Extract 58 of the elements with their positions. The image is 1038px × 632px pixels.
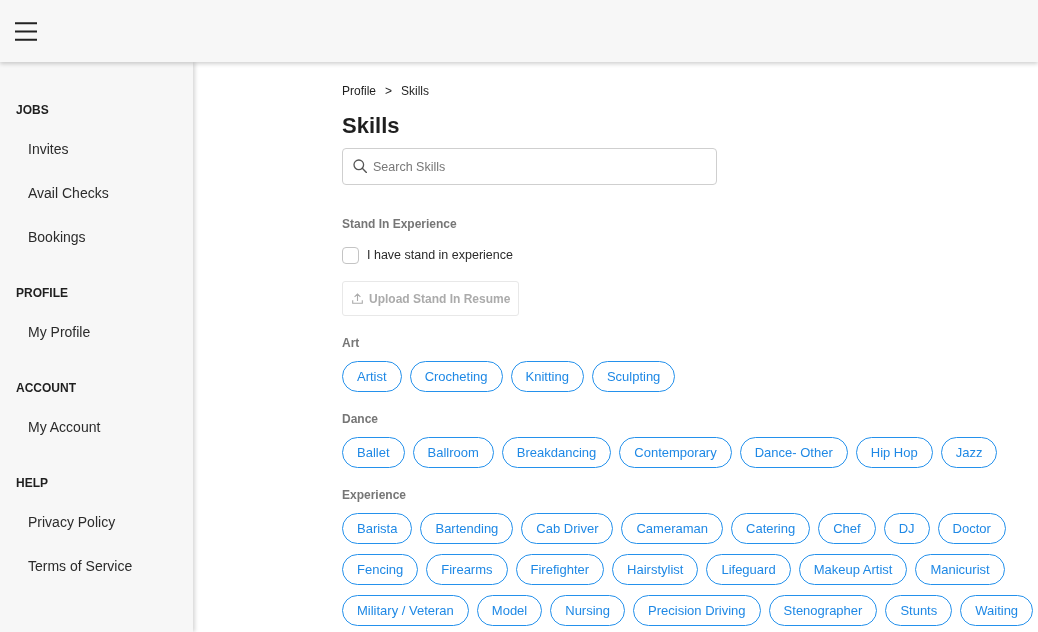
category-heading: Experience [342, 487, 407, 503]
sidebar-heading: HELP [16, 475, 48, 491]
sidebar-heading: JOBS [16, 102, 49, 118]
skill-chip[interactable]: Hairstylist [612, 554, 699, 585]
skill-chip[interactable]: Ballroom [412, 437, 494, 468]
sidebar-heading: ACCOUNT [16, 380, 76, 396]
checkbox-label: I have stand in experience [367, 246, 513, 264]
skill-chip[interactable]: Catering [731, 513, 811, 544]
sidebar-item[interactable]: My Profile [28, 310, 91, 354]
skill-chip[interactable]: DJ [883, 513, 930, 544]
skill-chip[interactable]: Cab Driver [521, 513, 614, 544]
skill-chip[interactable]: Knitting [510, 361, 584, 392]
breadcrumb-separator: > [385, 83, 393, 99]
skill-chip[interactable]: Model [476, 595, 543, 626]
sidebar-heading: PROFILE [16, 285, 68, 301]
sidebar-item[interactable]: Invites [28, 127, 69, 171]
category-heading: Art [342, 335, 360, 351]
skill-chip[interactable]: Cameraman [621, 513, 723, 544]
skill-chip[interactable]: Contemporary [619, 437, 732, 468]
skill-chip[interactable]: Firefighter [515, 554, 605, 585]
skill-chip[interactable]: Firearms [426, 554, 508, 585]
skill-chip[interactable]: Stunts [885, 595, 953, 626]
skill-chip[interactable]: Crocheting [409, 361, 503, 392]
skill-chip[interactable]: Barista [342, 513, 413, 544]
breadcrumb-current: Skills [401, 83, 430, 99]
sidebar-item[interactable]: Privacy Policy [28, 500, 116, 544]
section-heading: Stand In Experience [342, 216, 457, 232]
skill-chip[interactable]: Doctor [937, 513, 1006, 544]
page-title: Skills [342, 112, 400, 140]
breadcrumb-link[interactable]: Profile [342, 83, 376, 99]
skill-chip[interactable]: Stenographer [768, 595, 878, 626]
search-field[interactable]: Search Skills [342, 148, 717, 185]
skill-chip[interactable]: Manicurist [915, 554, 1005, 585]
sidebar-item[interactable]: Avail Checks [28, 171, 109, 215]
skill-chip[interactable]: Fencing [342, 554, 419, 585]
skill-chip[interactable]: Nursing [550, 595, 626, 626]
skill-chip[interactable]: Makeup Artist [798, 554, 908, 585]
skill-chip[interactable]: Bartending [420, 513, 514, 544]
skill-chip[interactable]: Waiting [960, 595, 1034, 626]
skill-chip[interactable]: Ballet [342, 437, 405, 468]
search-icon [353, 159, 367, 173]
skill-chip[interactable]: Artist [342, 361, 402, 392]
sidebar-item[interactable]: My Account [28, 405, 101, 449]
sidebar-item[interactable]: Terms of Service [28, 544, 133, 588]
skill-chip[interactable]: Military / Veteran [342, 595, 469, 626]
sidebar-item[interactable]: Bookings [28, 215, 86, 259]
skill-chip[interactable]: Breakdancing [501, 437, 612, 468]
checkbox[interactable] [342, 246, 359, 264]
upload-icon [352, 293, 363, 304]
skill-chip[interactable]: Jazz [940, 437, 998, 468]
menu-icon[interactable] [15, 21, 37, 41]
skill-chip[interactable]: Lifeguard [706, 554, 791, 585]
skill-chip[interactable]: Hip Hop [855, 437, 933, 468]
skill-chip[interactable]: Chef [818, 513, 876, 544]
category-heading: Dance [342, 411, 379, 427]
skill-chip[interactable]: Sculpting [591, 361, 676, 392]
skill-chip[interactable]: Dance- Other [739, 437, 848, 468]
skill-chip[interactable]: Precision Driving [633, 595, 761, 626]
